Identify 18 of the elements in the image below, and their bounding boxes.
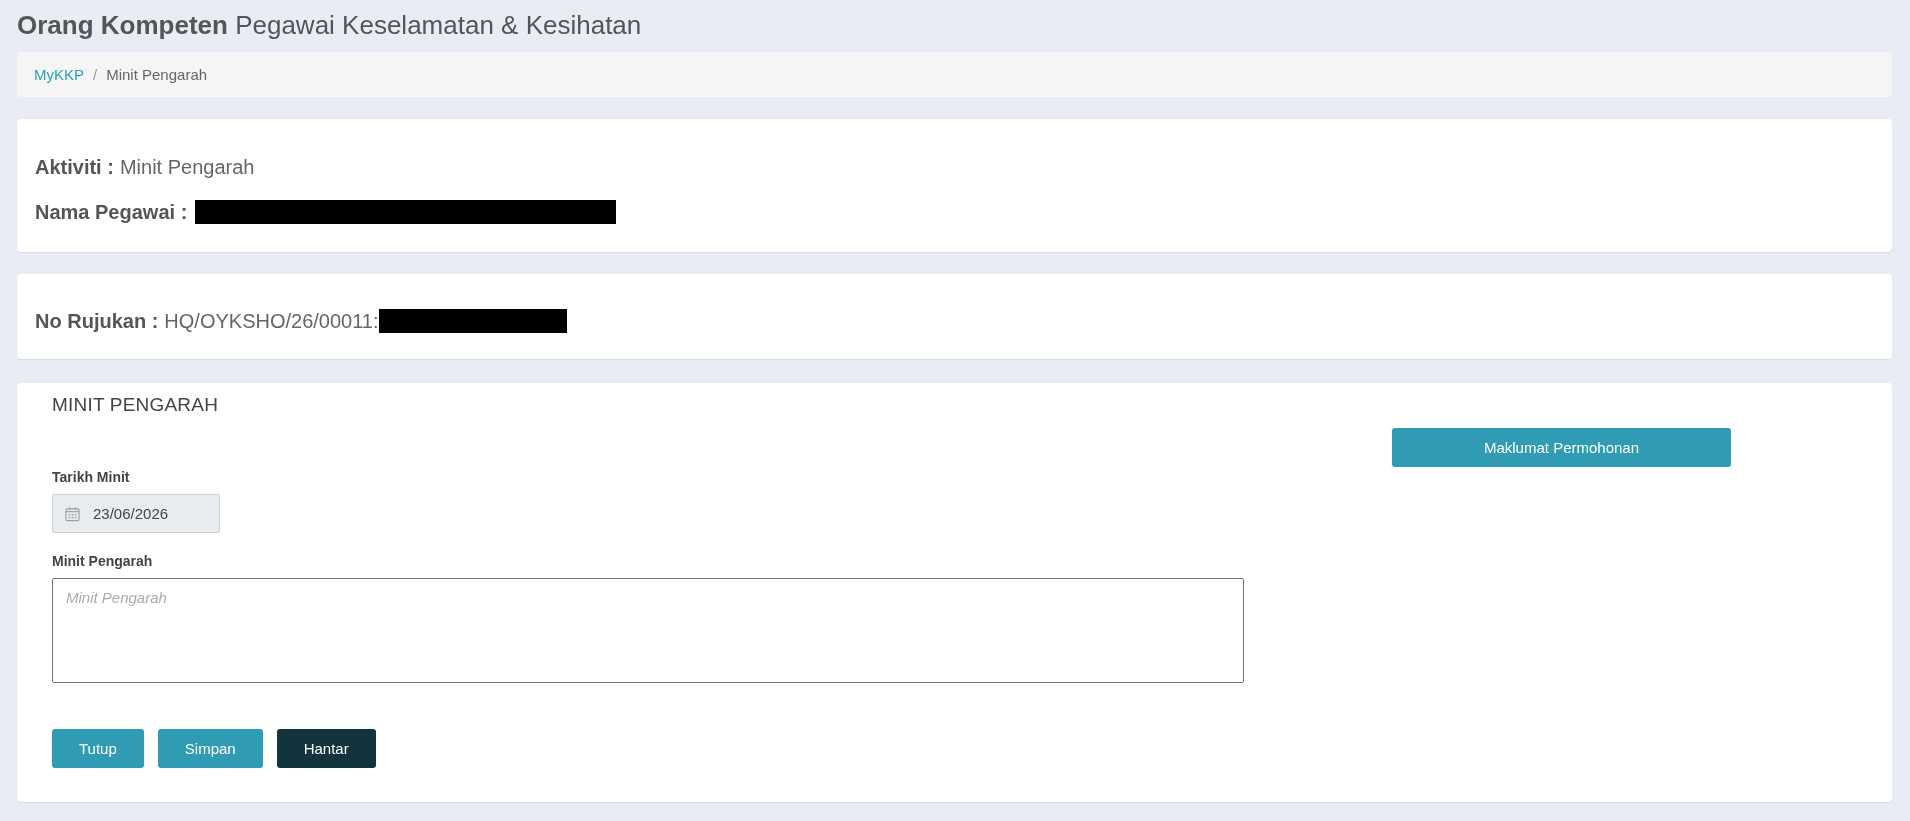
field-value: HQ/OYKSHO/26/00011: [164,309,379,333]
field-label: Minit Pengarah [52,552,154,571]
page-title: Orang Kompeten Pegawai Keselamatan & Kesihatan [17,9,643,42]
field-label: Aktiviti : [35,155,114,179]
field-label: Tarikh Minit [52,468,131,487]
breadcrumb-link[interactable]: MyKKP [34,66,84,83]
breadcrumb-separator: / [93,66,98,83]
action-button[interactable]: Tutup [52,729,144,768]
action-button[interactable]: Simpan [157,729,263,768]
textarea-field[interactable]: Minit Pengarah [52,578,1244,683]
field-label: No Rujukan : [35,309,159,333]
action-button[interactable]: Hantar [276,729,376,768]
field-value: Minit Pengarah [119,155,255,179]
info-button[interactable]: Maklumat Permohonan [1392,428,1731,467]
field-label: Nama Pegawai : [35,200,188,224]
calendar-icon [65,505,80,522]
breadcrumb-current: Minit Pengarah [106,66,208,83]
section-heading: MINIT PENGARAH [52,393,220,417]
